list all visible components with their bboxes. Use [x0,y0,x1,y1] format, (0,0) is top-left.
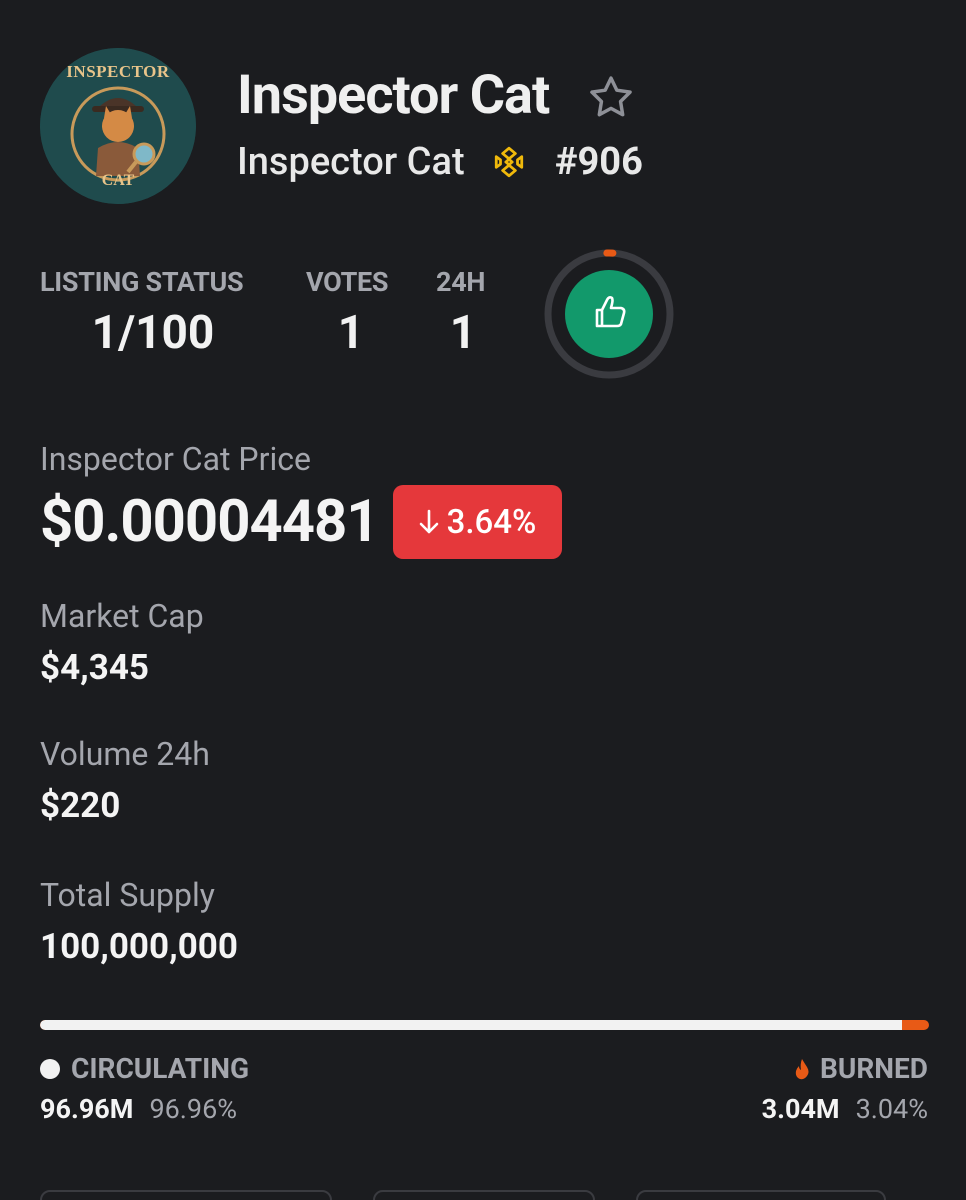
coin-subtitle: Inspector Cat [237,140,465,184]
price-value: $0.00004481 [40,488,380,556]
flame-icon [794,1058,810,1080]
bnb-chain-icon [492,145,526,179]
circulating-amount: 96.96M [40,1093,134,1125]
listing-status-value: 1/100 [91,306,215,360]
votes-value: 1 [337,306,365,360]
burned-amount: 3.04M [761,1093,840,1125]
logo-text-top: INSPECTOR [66,62,170,81]
total-supply-value: 100,000,000 [40,926,238,967]
star-outline-icon[interactable] [585,72,637,124]
burned-percent: 3.04% [855,1093,928,1125]
circulating-legend: CIRCULATING [40,1052,249,1085]
price-change-value: 3.64% [446,502,537,542]
total-supply-label: Total Supply [40,876,215,914]
market-cap-value: $4,345 [40,647,150,688]
burned-values: 3.04M 3.04% [762,1093,928,1125]
circulating-label: CIRCULATING [71,1052,250,1085]
burned-legend: BURNED [794,1052,928,1085]
circulating-percent: 96.96% [149,1093,238,1125]
volume-label: Volume 24h [40,735,210,773]
circulating-values: 96.96M 96.96% [40,1093,237,1125]
market-cap-label: Market Cap [40,597,204,635]
bottom-tab-1[interactable] [40,1190,332,1200]
arrow-down-icon [419,509,439,535]
logo-text-bottom: CAT [101,172,135,189]
circle-dot-icon [40,1058,60,1079]
price-change-badge: 3.64% [393,485,562,559]
h24-value: 1 [449,306,477,360]
coin-logo: INSPECTOR CAT [40,48,196,204]
bottom-tab-2[interactable] [373,1190,595,1200]
burned-label: BURNED [820,1052,928,1085]
volume-value: $220 [40,785,121,826]
bottom-tab-3[interactable] [636,1190,886,1200]
price-label: Inspector Cat Price [40,440,311,478]
circulating-fill [40,1020,902,1030]
listing-status-label: LISTING STATUS [40,266,244,298]
supply-progress-bar [40,1020,929,1030]
coin-name: Inspector Cat [237,64,550,127]
coin-rank: #906 [555,140,643,184]
votes-label: VOTES [306,266,389,298]
vote-button[interactable] [543,248,675,380]
h24-label: 24H [436,266,486,298]
